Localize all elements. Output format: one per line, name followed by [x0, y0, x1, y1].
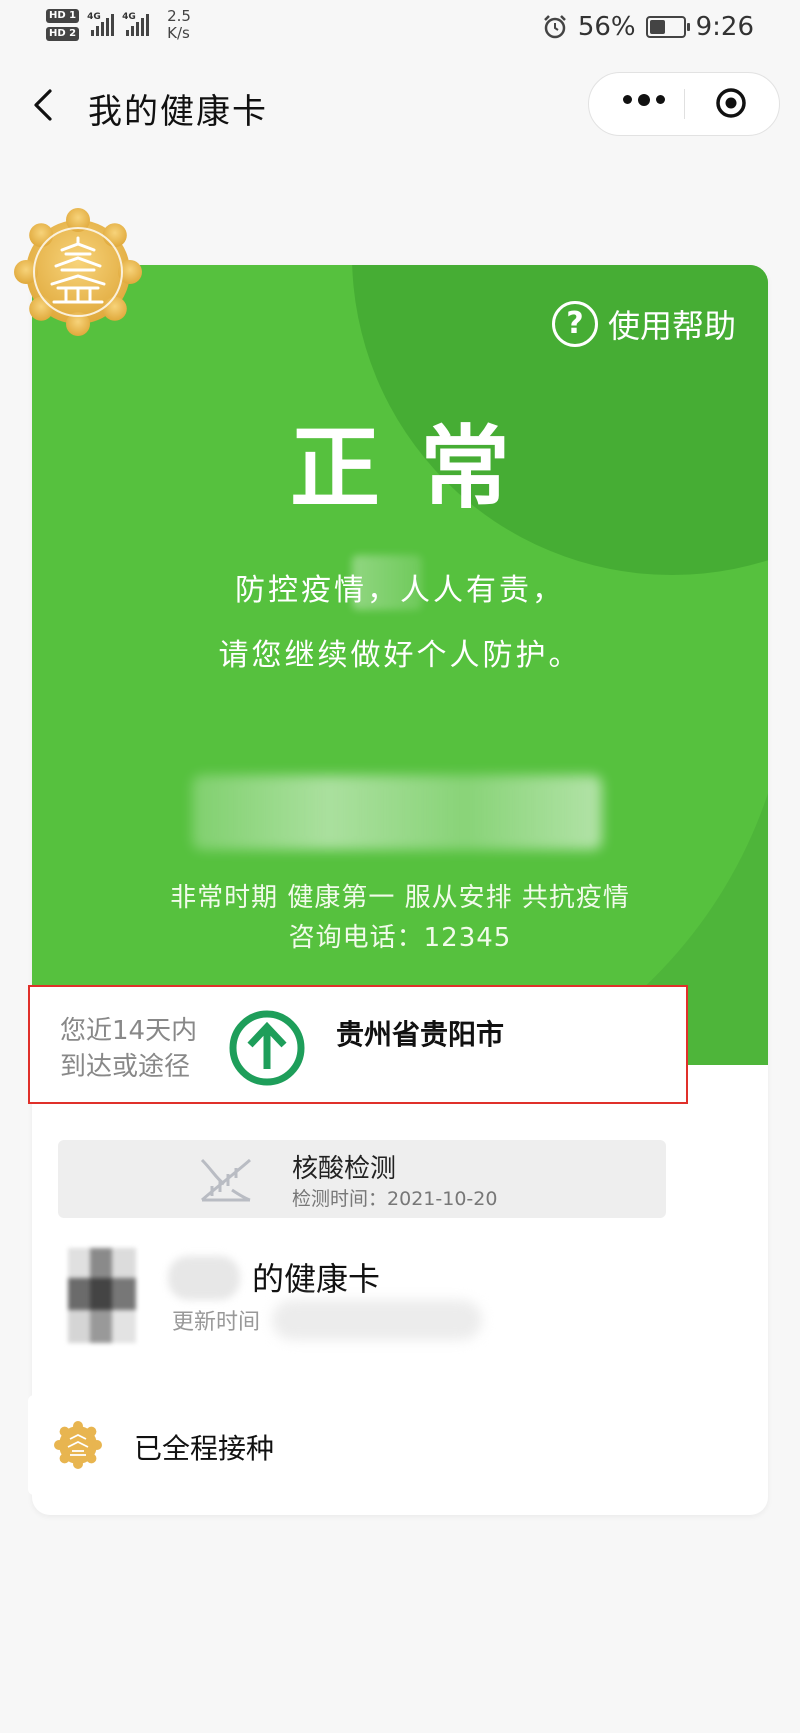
card-owner: 的健康卡 更新时间 [58, 1248, 678, 1348]
network-type-2: 4G [122, 12, 136, 22]
redacted-owner-name [168, 1256, 240, 1300]
nucleic-time-label: 检测时间： [292, 1188, 388, 1210]
travel-label-line2: 到达或途径 [60, 1052, 191, 1082]
update-time-label: 更新时间 [172, 1310, 261, 1335]
help-label: 使用帮助 [607, 307, 736, 345]
hd2-badge: HD 2 [46, 27, 80, 41]
avatar [68, 1248, 136, 1343]
signal-1-icon: 4G [87, 12, 115, 36]
back-arrow-icon[interactable] [30, 88, 60, 122]
miniprogram-capsule [588, 72, 780, 136]
signal-2-icon: 4G [122, 12, 150, 36]
page-title: 我的健康卡 [88, 92, 268, 132]
clock: 9:26 [695, 12, 754, 42]
vaccination-text: 已全程接种 [134, 1432, 275, 1465]
help-button[interactable]: ? 使用帮助 [551, 301, 736, 347]
speed-unit: K/s [167, 24, 190, 42]
nucleic-time-value: 2021-10-20 [387, 1188, 498, 1210]
footer-slogan: 非常时期 健康第一 服从安排 共抗疫情 [170, 883, 630, 913]
network-type-1: 4G [87, 12, 101, 22]
alarm-icon [543, 15, 566, 39]
travel-record: 您近14天内 到达或途径 贵州省贵阳市 [28, 985, 688, 1104]
nav-bar: 我的健康卡 [0, 70, 800, 140]
dna-icon [200, 1158, 251, 1202]
hd1-badge: HD 1 [46, 9, 80, 23]
battery-percent: 56% [577, 12, 636, 42]
status-bar: HD 1 HD 2 4G 4G 2.5 K/s 56% 9:26 [0, 0, 800, 60]
network-speed: 2.5 K/s [167, 8, 191, 42]
nucleic-test-record[interactable]: 核酸检测 检测时间：2021-10-20 [58, 1140, 666, 1218]
travel-label-line1: 您近14天内 [60, 1016, 198, 1046]
capsule-divider [684, 89, 685, 119]
vaccination-status[interactable]: 已全程接种 [28, 1395, 694, 1495]
status-left: HD 1 HD 2 4G 4G 2.5 K/s [46, 8, 191, 42]
help-icon: ? [551, 301, 598, 347]
travel-label: 您近14天内 到达或途径 [60, 1013, 197, 1085]
status-right: 56% 9:26 [542, 12, 754, 42]
gold-seal-icon [14, 208, 142, 336]
slogan-line-1: 防控疫情，人人有责， [235, 573, 565, 608]
travel-city: 贵州省贵阳市 [336, 1018, 505, 1051]
health-status-panel: ? 使用帮助 正常 防控疫情，人人有责， 请您继续做好个人防护。 非常时期 健康… [32, 265, 768, 1065]
nucleic-time: 检测时间：2021-10-20 [292, 1184, 497, 1211]
nucleic-title: 核酸检测 [292, 1154, 397, 1184]
speed-value: 2.5 [167, 7, 191, 25]
battery-icon [645, 16, 690, 38]
health-status: 正常 [290, 416, 550, 521]
battery-fill [649, 20, 666, 34]
redacted-name [192, 775, 602, 850]
vaccination-seal-icon [54, 1421, 102, 1469]
more-icon[interactable] [623, 93, 665, 106]
owner-card-label: 的健康卡 [252, 1260, 381, 1298]
hotline: 咨询电话：12345 [288, 923, 512, 953]
slogan-line-2: 请您继续做好个人防护。 [218, 638, 582, 673]
up-arrow-circle-icon [229, 1010, 305, 1086]
close-miniprogram-icon[interactable] [715, 87, 747, 119]
hd-indicators: HD 1 HD 2 [46, 9, 80, 41]
redacted-update-time [272, 1300, 482, 1340]
